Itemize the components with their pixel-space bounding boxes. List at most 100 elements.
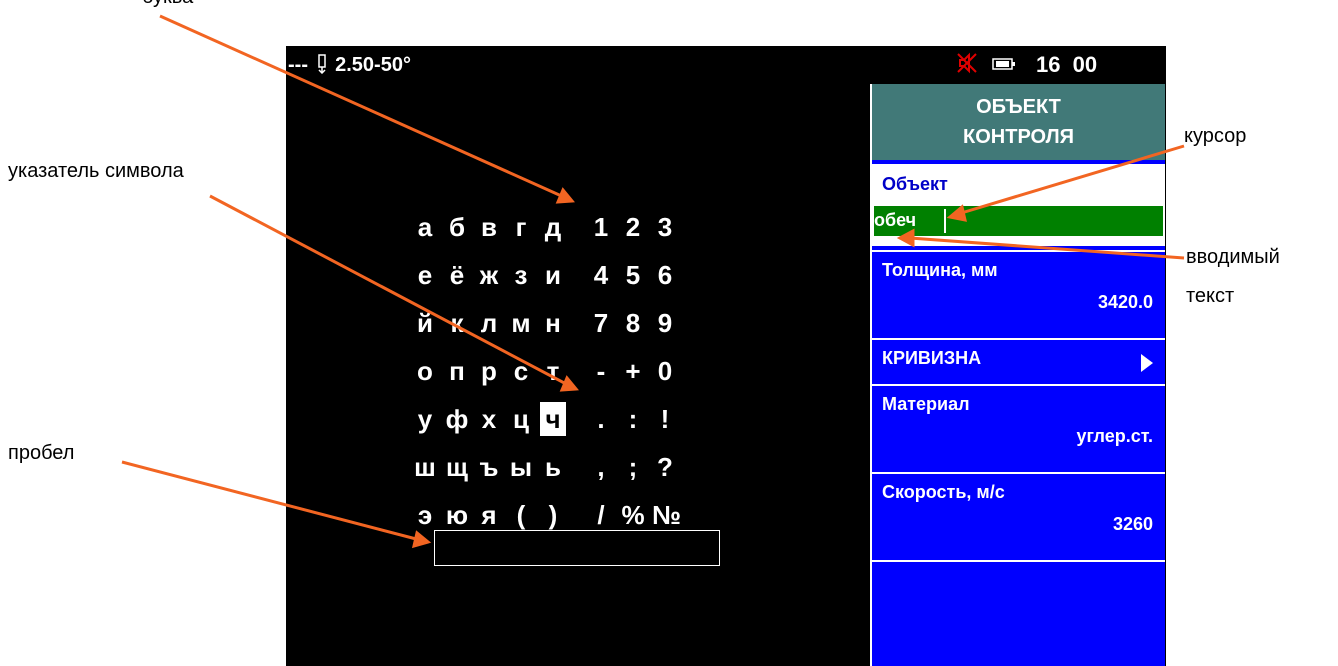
callout-entered-text-line2: текст [1186, 285, 1235, 307]
key[interactable]: ш [412, 450, 438, 484]
panel-title-line1: ОБЪЕКТ [976, 96, 1061, 118]
key[interactable]: 5 [620, 258, 646, 292]
space-key[interactable] [434, 530, 720, 566]
object-label: Объект [882, 174, 948, 194]
empty-item [872, 560, 1165, 666]
key[interactable]: й [412, 306, 438, 340]
key[interactable]: ъ [476, 450, 502, 484]
material-label: Материал [882, 394, 970, 414]
key[interactable]: у [412, 402, 438, 436]
key[interactable]: ё [444, 258, 470, 292]
keyboard-row: ш щ ъ ы ь,;? [412, 450, 742, 486]
key[interactable]: 2 [620, 210, 646, 244]
callout-cursor: курсор [1184, 125, 1247, 147]
key[interactable]: ю [444, 498, 470, 532]
key[interactable]: ) [540, 498, 566, 532]
callout-entered-text-line1: вводимый [1186, 246, 1280, 268]
keyboard-row: еёжзи456 [412, 258, 742, 294]
key[interactable]: г [508, 210, 534, 244]
key[interactable]: ? [652, 450, 678, 484]
key[interactable]: ; [620, 450, 646, 484]
key[interactable]: 0 [652, 354, 678, 388]
key[interactable]: № [652, 498, 681, 532]
key[interactable]: б [444, 210, 470, 244]
key[interactable]: о [412, 354, 438, 388]
key[interactable]: с [508, 354, 534, 388]
key[interactable]: 6 [652, 258, 678, 292]
callout-pointer: указатель символа [8, 160, 184, 182]
keyboard-row: у ф х ц ч.:! [412, 402, 742, 438]
key[interactable]: в [476, 210, 502, 244]
speed-value: 3260 [1112, 514, 1153, 534]
curvature-label: КРИВИЗНА [882, 348, 982, 368]
key[interactable]: э [412, 498, 438, 532]
key[interactable]: + [620, 354, 646, 388]
key[interactable]: ! [652, 402, 678, 436]
probe-dashes: --- [288, 54, 308, 76]
device-screen: --- 2.50-50° 16 00 абвгд123 еёжзи456 йклмн… [286, 46, 1166, 666]
key[interactable]: . [588, 402, 614, 436]
key[interactable]: а [412, 210, 438, 244]
panel-header: ОБЪЕКТ КОНТРОЛЯ [872, 84, 1165, 160]
triangle-right-icon [1141, 354, 1153, 372]
key[interactable]: 9 [652, 306, 678, 340]
key[interactable]: 4 [588, 258, 614, 292]
battery-icon [992, 58, 1015, 70]
material-item[interactable]: Материал углер.ст. [872, 384, 1165, 472]
keyboard-row: абвгд123 [412, 210, 742, 246]
key[interactable]: л [476, 306, 502, 340]
key[interactable]: з [508, 258, 534, 292]
mute-icon [957, 52, 977, 74]
key[interactable]: ы [508, 450, 534, 484]
panel-title-line2: КОНТРОЛЯ [963, 126, 1074, 148]
key[interactable]: т [540, 354, 566, 388]
key[interactable]: д [540, 210, 566, 244]
key[interactable]: к [444, 306, 470, 340]
key[interactable]: 7 [588, 306, 614, 340]
curvature-item[interactable]: КРИВИЗНА [872, 338, 1165, 384]
text-cursor [944, 209, 946, 233]
probe-info: --- 2.50-50° [288, 54, 411, 77]
material-value: углер.ст. [1076, 426, 1153, 446]
key[interactable]: ф [444, 402, 470, 436]
key[interactable]: х [476, 402, 502, 436]
key[interactable]: 1 [588, 210, 614, 244]
keyboard-row: йклмн789 [412, 306, 742, 342]
key[interactable]: ( [508, 498, 534, 532]
key[interactable]: / [588, 498, 614, 532]
key[interactable]: % [620, 498, 646, 532]
probe-params: 2.50-50° [335, 54, 411, 76]
key[interactable]: м [508, 306, 534, 340]
object-field[interactable]: Объект обеч [872, 164, 1165, 246]
side-panel: ОБЪЕКТ КОНТРОЛЯ Объект обеч Толщина, мм … [870, 84, 1165, 666]
callout-space: пробел [8, 442, 75, 464]
thickness-value: 3420.0 [1097, 292, 1153, 312]
key[interactable]: ц [508, 402, 534, 436]
probe-icon [317, 54, 326, 74]
clock: 16 00 [1036, 52, 1098, 77]
key[interactable]: : [620, 402, 646, 436]
selected-key[interactable]: ч [540, 402, 566, 436]
object-input[interactable]: обеч [874, 206, 1163, 236]
key[interactable]: е [412, 258, 438, 292]
key[interactable]: , [588, 450, 614, 484]
key[interactable]: щ [444, 450, 470, 484]
thickness-item[interactable]: Толщина, мм 3420.0 [872, 250, 1165, 338]
key[interactable]: 3 [652, 210, 678, 244]
key[interactable]: ж [476, 258, 502, 292]
key[interactable]: п [444, 354, 470, 388]
key[interactable]: р [476, 354, 502, 388]
callout-letter: буква [142, 0, 193, 9]
key[interactable]: ь [540, 450, 566, 484]
thickness-label: Толщина, мм [882, 260, 998, 280]
keyboard-row: э ю я() /% № [412, 498, 742, 534]
keyboard-row: о п р с т - +0 [412, 354, 742, 390]
key[interactable]: н [540, 306, 566, 340]
speed-item[interactable]: Скорость, м/с 3260 [872, 472, 1165, 560]
key[interactable]: 8 [620, 306, 646, 340]
status-bar: --- 2.50-50° 16 00 [286, 46, 1166, 82]
key[interactable]: и [540, 258, 566, 292]
speed-label: Скорость, м/с [882, 482, 1005, 502]
key[interactable]: - [588, 354, 614, 388]
key[interactable]: я [476, 498, 502, 532]
